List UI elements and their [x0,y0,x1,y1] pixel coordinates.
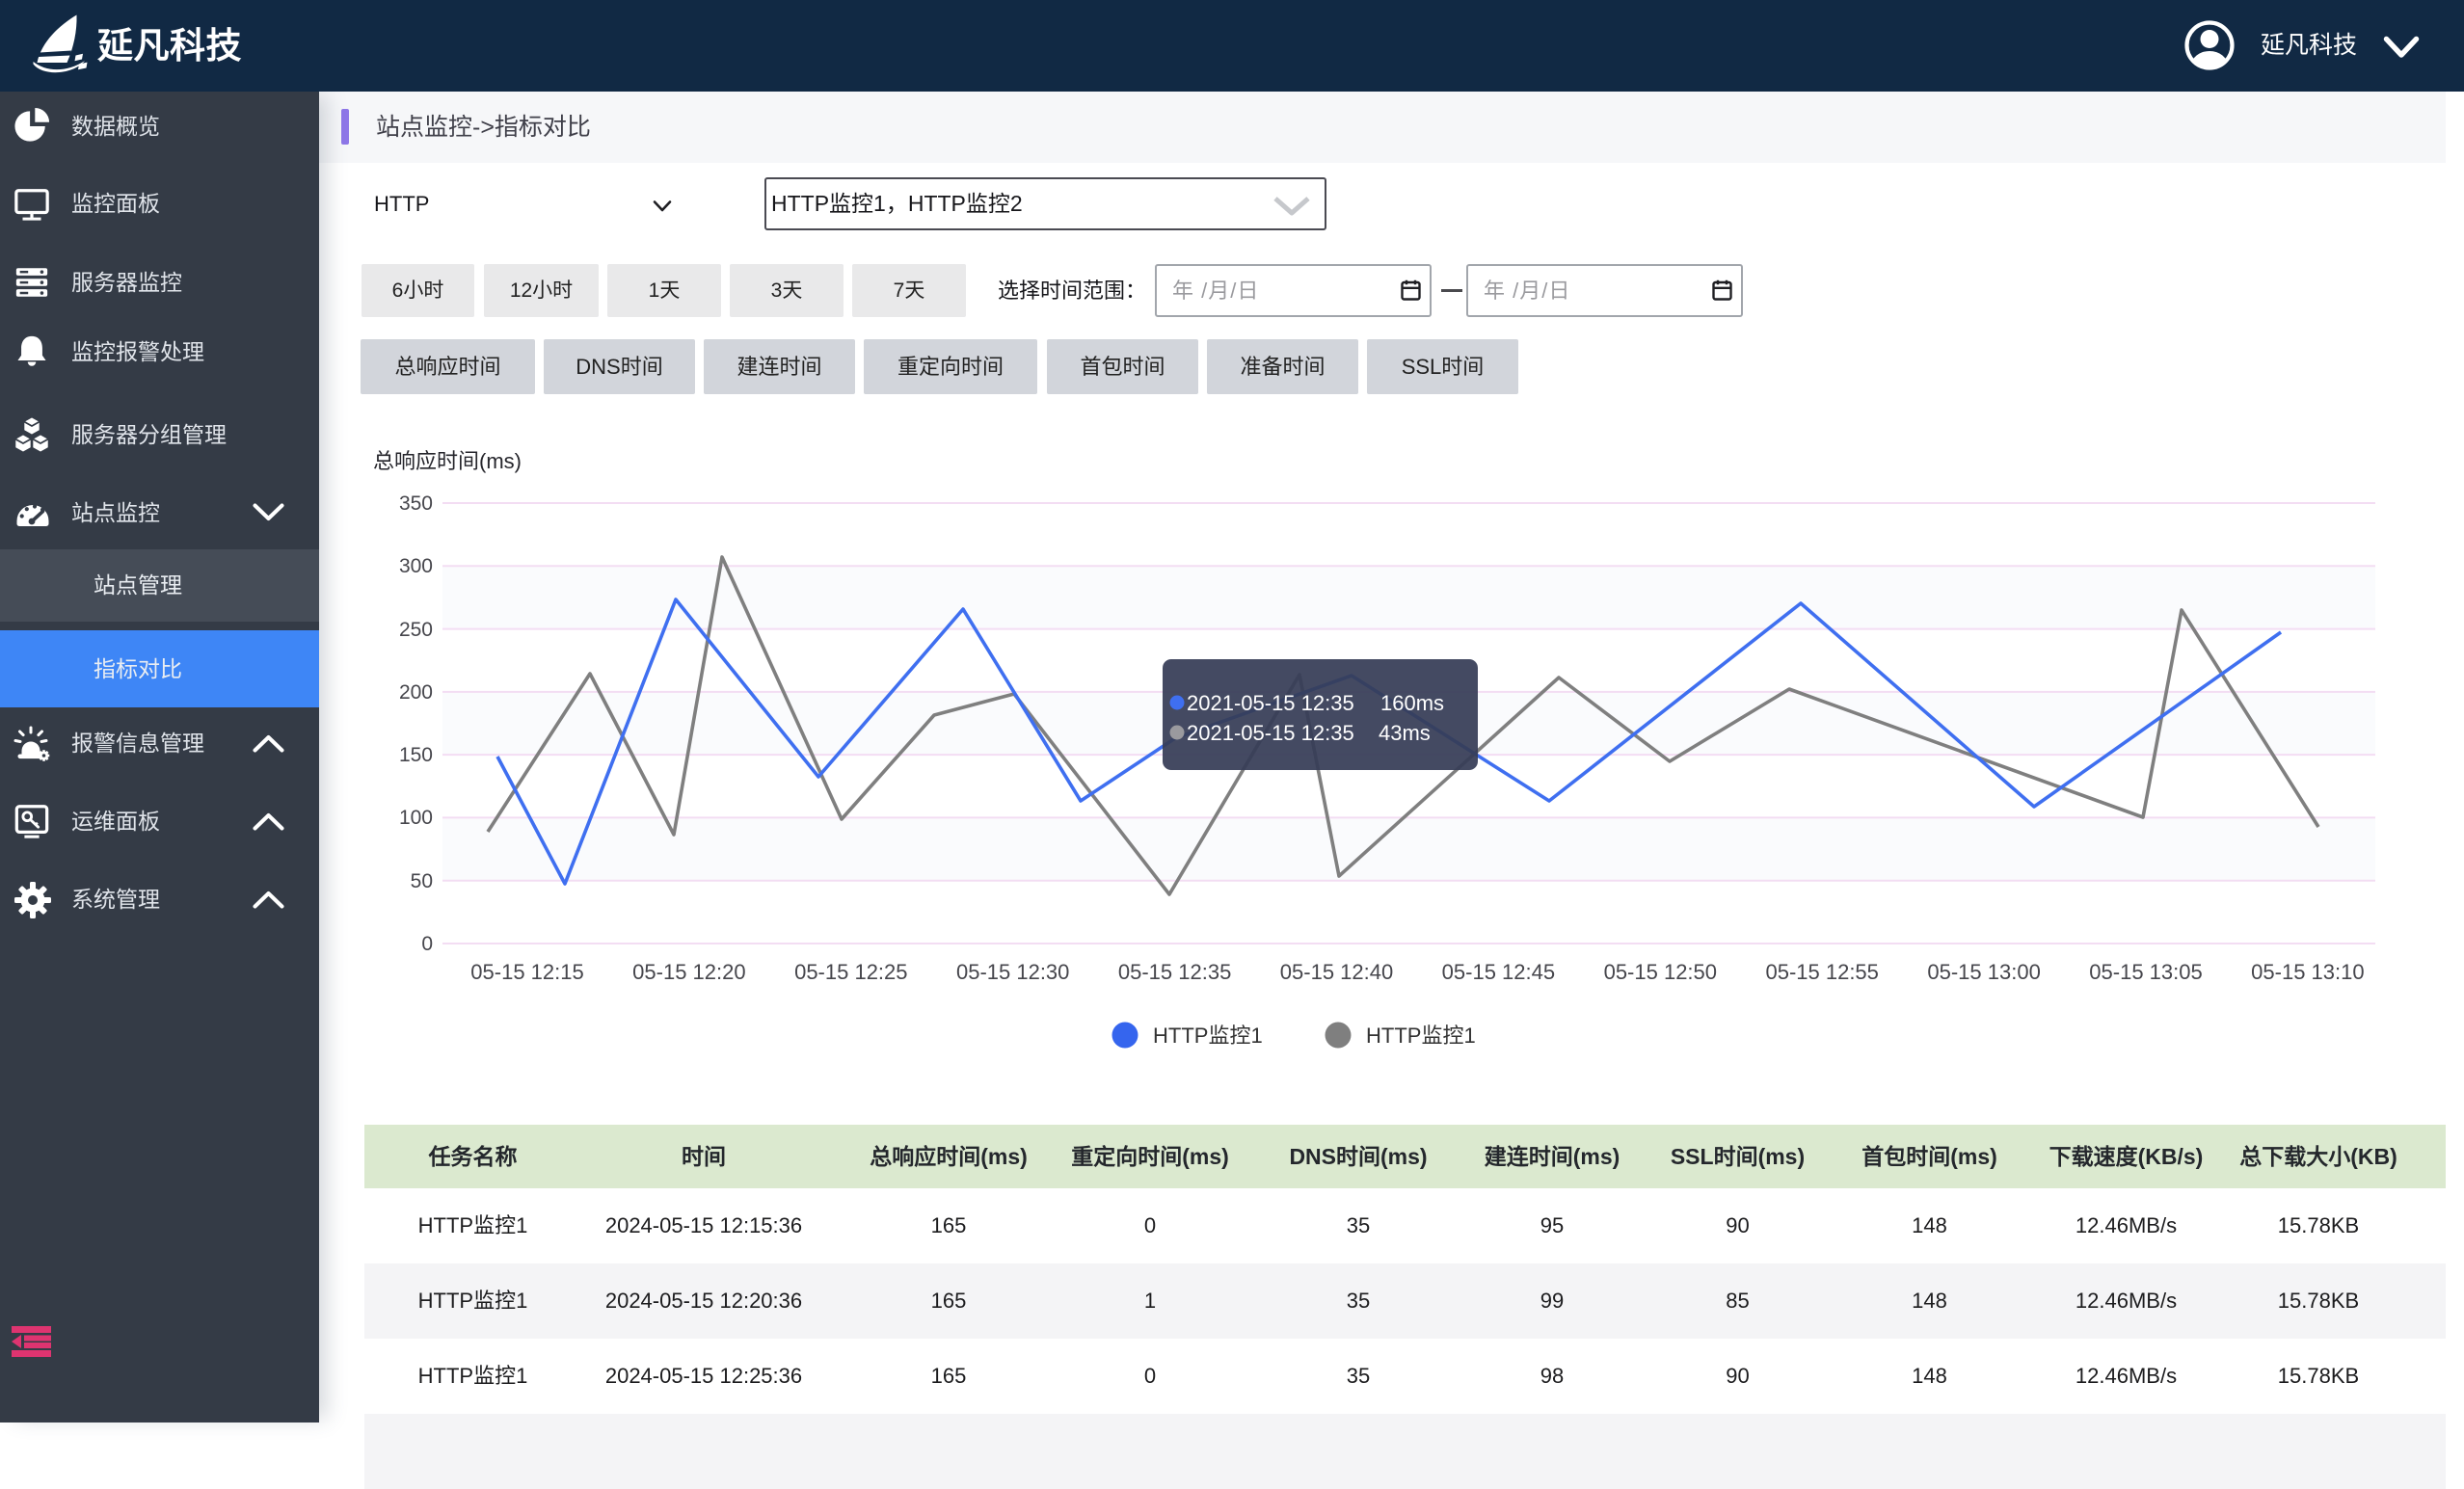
svg-text:350: 350 [399,492,433,515]
svg-text:05-15 13:05: 05-15 13:05 [2089,960,2202,984]
svg-text:43ms: 43ms [1379,721,1431,745]
svg-text:HTTP监控1: HTTP监控1 [1153,1024,1263,1048]
svg-text:2021-05-15 12:35: 2021-05-15 12:35 [1187,691,1354,715]
svg-text:05-15 12:35: 05-15 12:35 [1118,960,1231,984]
svg-text:05-15 12:45: 05-15 12:45 [1442,960,1555,984]
svg-text:HTTP监控1: HTTP监控1 [1366,1024,1476,1048]
svg-text:250: 250 [399,619,433,641]
svg-text:05-15 12:15: 05-15 12:15 [470,960,583,984]
svg-text:总响应时间(ms): 总响应时间(ms) [373,449,522,473]
svg-text:160ms: 160ms [1380,691,1444,715]
svg-text:05-15 13:00: 05-15 13:00 [1927,960,2040,984]
svg-text:2021-05-15 12:35: 2021-05-15 12:35 [1187,721,1354,745]
svg-text:0: 0 [421,933,433,955]
svg-text:05-15 12:30: 05-15 12:30 [956,960,1069,984]
svg-text:05-15 12:20: 05-15 12:20 [632,960,745,984]
svg-text:150: 150 [399,744,433,766]
svg-text:05-15 12:25: 05-15 12:25 [794,960,907,984]
svg-text:05-15 12:40: 05-15 12:40 [1280,960,1393,984]
svg-text:50: 50 [411,870,433,892]
svg-text:05-15 12:55: 05-15 12:55 [1765,960,1878,984]
svg-text:100: 100 [399,807,433,829]
svg-text:300: 300 [399,555,433,577]
svg-text:05-15 12:50: 05-15 12:50 [1604,960,1717,984]
svg-text:05-15 13:10: 05-15 13:10 [2251,960,2364,984]
svg-text:200: 200 [399,681,433,704]
